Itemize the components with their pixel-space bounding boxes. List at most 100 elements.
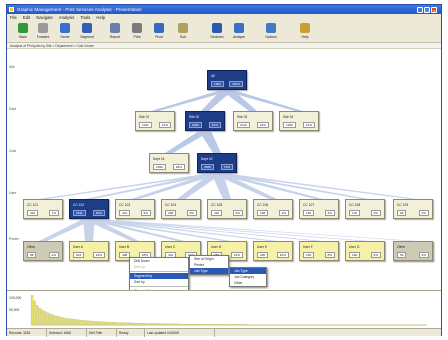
- chart-bar: [208, 324, 211, 326]
- chart-bar: [48, 313, 52, 326]
- tree-node[interactable]: Other 56 2%: [393, 241, 433, 261]
- node-title: User D: [211, 245, 222, 249]
- tree-node[interactable]: User F 230 8%: [299, 241, 339, 261]
- menu-item[interactable]: Other: [230, 280, 266, 286]
- tree-node[interactable]: User A 612 22%: [69, 241, 109, 261]
- chart-bar: [241, 324, 245, 326]
- minimize-button[interactable]: _: [417, 6, 423, 13]
- tree-node[interactable]: Site 04 1250 12%: [279, 111, 319, 131]
- node-title: Site 01: [139, 115, 150, 119]
- menu-edit[interactable]: Edit: [23, 15, 30, 20]
- menu-navigate[interactable]: Navigate: [36, 15, 53, 20]
- title-bar[interactable]: Graphic Management - Print Services Anal…: [7, 5, 441, 14]
- printer-icon: [132, 23, 142, 33]
- menu-tools[interactable]: Tools: [80, 15, 90, 20]
- menu-item[interactable]: Job Type: [190, 268, 228, 274]
- status-updated: Last updated 04/2005: [145, 329, 215, 337]
- help-icon: [300, 23, 310, 33]
- level-label: Site: [9, 65, 15, 69]
- chart-bar: [146, 323, 149, 326]
- level-label: Cost: [9, 149, 16, 153]
- node-value: 96: [397, 210, 407, 216]
- node-value: 1250: [283, 122, 296, 128]
- tree-node[interactable]: Site 02 6485 61%: [185, 111, 225, 131]
- node-percent: 2%: [418, 210, 429, 216]
- node-percent: 3%: [324, 210, 335, 216]
- menu-help[interactable]: Help: [96, 15, 105, 20]
- node-value: 160: [349, 252, 361, 258]
- chart-bar: [218, 324, 221, 326]
- tree-node[interactable]: CC 109 96 2%: [393, 199, 433, 219]
- node-percent: 8%: [324, 252, 335, 258]
- status-ready: Ready: [117, 329, 145, 337]
- chart-bar: [110, 322, 113, 326]
- chart-bar: [223, 324, 227, 326]
- node-title: Site 03: [237, 115, 248, 119]
- node-value: 1984: [211, 81, 224, 87]
- node-value: 1820: [153, 164, 166, 170]
- tree-node[interactable]: CC 107 150 3%: [299, 199, 339, 219]
- chart-bar: [239, 324, 242, 326]
- menu-item[interactable]: Sort by: [130, 279, 188, 285]
- chart-bar: [149, 323, 152, 326]
- node-value: 410: [119, 210, 131, 216]
- tree-node[interactable]: CC 106 188 4%: [253, 199, 293, 219]
- level-label: Dept: [9, 107, 17, 111]
- toolbar-button-options[interactable]: Options: [257, 23, 285, 39]
- app-icon: [9, 7, 14, 12]
- tree-node[interactable]: CC 104 298 6%: [161, 199, 201, 219]
- node-title: CC 104: [165, 203, 177, 207]
- chart-bar: [192, 323, 196, 326]
- node-percent: 100%: [229, 81, 243, 87]
- chart-bar: [54, 315, 57, 326]
- node-title: User E: [257, 245, 268, 249]
- chart-bar: [169, 323, 173, 326]
- chart-bar: [123, 322, 126, 326]
- toolbar-button-help[interactable]: Help: [291, 23, 319, 39]
- decision-tree-canvas[interactable]: Site Dept Cost User Printer All 1984 100% S…: [7, 49, 441, 290]
- node-title: CC 102: [73, 203, 85, 207]
- menu-analysis[interactable]: Analysis: [59, 15, 75, 20]
- status-bar: Records: 3281 Selected: 4665 Drill Path …: [7, 328, 441, 337]
- tree-node[interactable]: Dept 01 1820 28%: [149, 153, 189, 173]
- tree-node[interactable]: CC 105 240 5%: [207, 199, 247, 219]
- chart-bar: [120, 322, 124, 326]
- maximize-button[interactable]: □: [424, 6, 430, 13]
- node-title: User B: [119, 245, 130, 249]
- chart-bar: [221, 324, 224, 326]
- chart-bar: [38, 307, 41, 326]
- tree-node[interactable]: Other 88 2%: [23, 241, 63, 261]
- status-drill-path: Drill Path: [87, 329, 117, 337]
- tree-node[interactable]: CC 103 410 9%: [115, 199, 155, 219]
- tree-node[interactable]: User E 290 10%: [253, 241, 293, 261]
- chart-bar: [118, 322, 121, 326]
- tree-node[interactable]: CC 102 2811 60%: [69, 199, 109, 219]
- node-percent: 6%: [370, 252, 381, 258]
- toolbar-button-sort[interactable]: Sort: [169, 23, 197, 39]
- chart-bar: [164, 323, 167, 326]
- tree-node[interactable]: Dept 02 4665 72%: [197, 153, 237, 173]
- menu-item[interactable]: Drill Up: [130, 264, 188, 270]
- tree-node[interactable]: Site 01 1041 12%: [135, 111, 175, 131]
- chart-bar: [43, 311, 47, 326]
- node-title: CC 101: [27, 203, 39, 207]
- forward-arrow-icon: [38, 23, 48, 33]
- tree-node[interactable]: User G 160 6%: [345, 241, 385, 261]
- tree-node[interactable]: CC 101 322 7%: [23, 199, 63, 219]
- tree-branch: [199, 131, 221, 153]
- tree-node[interactable]: All 1984 100%: [207, 70, 247, 90]
- toolbar-button-segment[interactable]: Segment: [73, 23, 101, 39]
- toolbar-button-analyze[interactable]: Analyze: [225, 23, 253, 39]
- tree-node[interactable]: CC 108 132 3%: [345, 199, 385, 219]
- chart-bar: [172, 323, 175, 326]
- chart-bar: [77, 319, 80, 326]
- node-percent: 2%: [48, 252, 59, 258]
- report-icon: [110, 23, 120, 33]
- node-title: CC 103: [119, 203, 131, 207]
- node-title: Other: [397, 245, 406, 249]
- chart-bar: [187, 323, 191, 326]
- close-button[interactable]: ×: [431, 6, 437, 13]
- tree-node[interactable]: Site 03 2110 15%: [233, 111, 273, 131]
- menu-file[interactable]: File: [10, 15, 17, 20]
- chart-bar: [102, 321, 106, 326]
